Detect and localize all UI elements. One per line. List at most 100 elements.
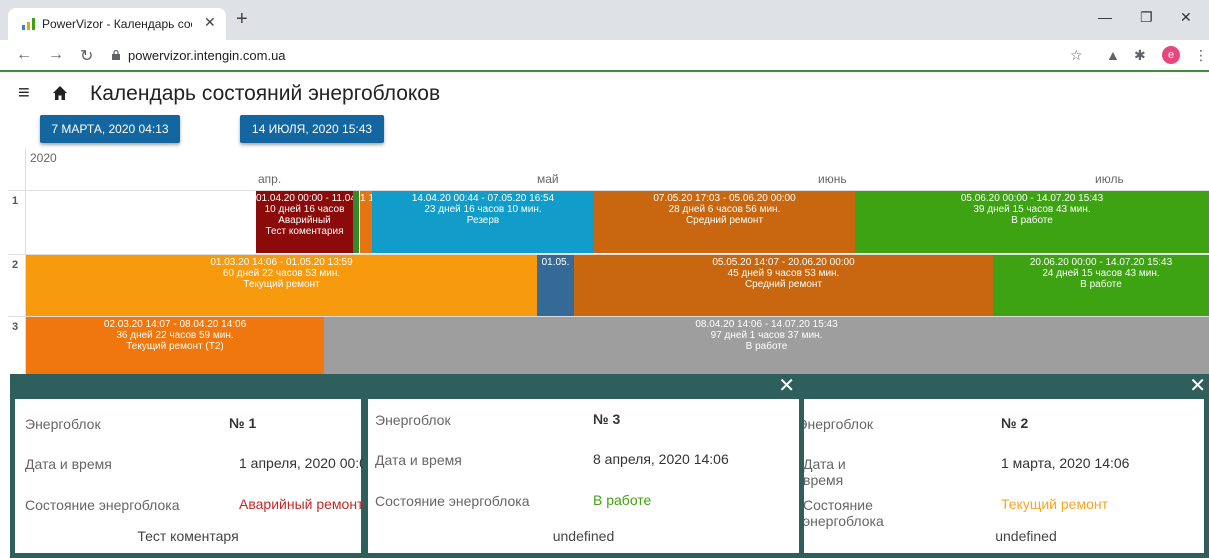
timeline-bar-text: 60 дней 22 часов 53 мин. (222, 268, 341, 279)
bookmark-star-icon[interactable]: ☆ (1070, 47, 1083, 64)
browser-tab[interactable]: PowerVizor - Календарь состоян ✕ (8, 8, 226, 40)
timeline-bar-text: 01.03.20 14:06 - 01.05.20 13:59 (210, 257, 353, 268)
timeline-bar[interactable]: 01.03.20 14:06 - 01.05.20 13:59 60 дней 2… (26, 255, 537, 316)
state-dialog-unit-1: Энергоблок № 1 Дата и время 1 апреля, 20… (10, 374, 366, 558)
restore-icon[interactable]: ❐ (1140, 9, 1153, 26)
state-value: Текущий ремонт (1001, 496, 1109, 512)
timeline-bar-text: Аварийный (278, 215, 331, 226)
timeline-bar-text: 01.05. (541, 257, 570, 268)
dialog-close-icon[interactable]: ✕ (1189, 374, 1206, 399)
timeline-bar[interactable]: 07.05.20 17:03 - 05.06.20 00:00 28 дней 6… (594, 191, 855, 253)
state-value: Аварийный ремонт (239, 496, 364, 512)
datetime-label: Дата и время (375, 452, 462, 468)
drive-icon[interactable]: ▲ (1106, 47, 1120, 63)
datetime-label: Дата и время (803, 456, 846, 488)
address-bar: ← → ↻ powervizor.intengin.com.ua ☆ ▲ ✱ e… (0, 40, 1209, 72)
timeline-bar-text: Текущий ремонт (243, 279, 320, 290)
timeline-bar-text: 97 дней 1 часов 37 мин. (710, 330, 823, 341)
timeline-bar[interactable]: 05.05.20 14:07 - 20.06.20 00:00 45 дней 9… (574, 255, 993, 316)
extensions-icon[interactable]: ✱ (1134, 47, 1146, 64)
comment-text: undefined (995, 528, 1057, 544)
start-date-button[interactable]: 7 МАРТА, 2020 04:13 (40, 115, 180, 143)
timeline-bar-text: 20.06.20 00:00 - 14.07.20 15:43 (1029, 257, 1173, 268)
timeline-bar-text: 02.03.20 14:07 - 08.04.20 14:06 (103, 319, 247, 330)
month-label-july: июль (1095, 172, 1124, 186)
home-icon[interactable] (52, 85, 68, 101)
month-label-june: июнь (818, 172, 847, 186)
timeline-bar-text: 23 дней 16 часов 10 мин. (424, 204, 542, 215)
datetime-value: 8 апреля, 2020 14:06 (593, 451, 729, 467)
timeline-bar-text: Текущий ремонт (Т2) (126, 341, 224, 352)
state-dialog-unit-3: ✕ Энергоблок № 3 Дата и время 8 апреля, … (363, 374, 804, 558)
timeline-bar-text: 08.04.20 14:06 - 14.07.20 15:43 (695, 319, 838, 330)
timeline-bar-text: 07.05.20 17:03 - 05.06.20 00:00 (653, 193, 796, 204)
dialog-header (15, 374, 361, 399)
timeline-bar[interactable] (353, 191, 359, 253)
forward-icon[interactable]: → (48, 46, 64, 64)
timeline-bar-text: 36 дней 22 часов 59 мин. (116, 330, 234, 341)
browser-tab-bar: PowerVizor - Календарь состоян ✕ + — ❐ ✕ (0, 0, 1209, 40)
state-label: Состояние энергоблока (375, 493, 530, 509)
window-close-icon[interactable]: ✕ (1180, 9, 1192, 26)
timeline-bar[interactable]: 01.04.20 00:00 - 11.04.20 16:10 дней 16 … (256, 191, 353, 253)
datetime-label: Дата и время (25, 456, 112, 472)
url-field[interactable]: powervizor.intengin.com.ua (128, 48, 286, 63)
dialog-header: ✕ (803, 374, 1206, 399)
timeline-bar[interactable]: 1 1: (360, 191, 372, 253)
state-dialog-unit-2: ✕ Энергоблок № 2 Дата и время 1 марта, 2… (798, 374, 1209, 558)
month-label-april: апр. (258, 172, 282, 186)
unit-label: Энергоблок (25, 416, 101, 432)
timeline-bar-text: В работе (1011, 215, 1053, 226)
month-label-may: май (537, 172, 559, 186)
browser-menu-icon[interactable]: ⋮ (1194, 47, 1208, 64)
row-label-2: 2 (12, 259, 19, 271)
tab-close-icon[interactable]: ✕ (204, 14, 216, 31)
timeline-bar-text: 24 дней 15 часов 43 мин. (1042, 268, 1160, 279)
state-label: Состояние энергоблока (803, 497, 884, 529)
unit-label: Энергоблок (375, 412, 451, 428)
timeline-bar-text: 45 дней 9 часов 53 мин. (727, 268, 840, 279)
dialog-header: ✕ (368, 374, 799, 399)
timeline-bar[interactable]: 05.06.20 00:00 - 14.07.20 15:43 39 дней 1… (855, 191, 1209, 253)
timeline-bar[interactable]: 02.03.20 14:07 - 08.04.20 14:06 36 дней 2… (26, 317, 324, 375)
timeline-bar-text: 01.04.20 00:00 - 11.04.20 16: (256, 193, 353, 204)
profile-avatar[interactable]: e (1162, 46, 1180, 64)
timeline-bar-text: В работе (1080, 279, 1122, 290)
minimize-icon[interactable]: — (1098, 9, 1112, 25)
timeline-bar-text: 39 дней 15 часов 43 мин. (973, 204, 1091, 215)
unit-label: Энергоблок (803, 416, 873, 432)
state-label: Состояние энергоблока (25, 497, 180, 513)
timeline-bar-text: 28 дней 6 часов 56 мин. (668, 204, 781, 215)
row-label-1: 1 (12, 195, 19, 207)
unit-value: № 2 (1001, 415, 1029, 431)
timeline-bar-text: Тест коментария (265, 226, 344, 237)
timeline-year-label: 2020 (30, 151, 57, 165)
timeline-bar[interactable]: 14.04.20 00:44 - 07.05.20 16:54 23 дней 1… (372, 191, 594, 253)
reload-icon[interactable]: ↻ (80, 46, 93, 66)
hamburger-menu-icon[interactable]: ≡ (18, 82, 30, 105)
back-icon[interactable]: ← (16, 46, 32, 64)
timeline-chart: 2020 апр. май июнь июль 1 2 3 01.04.20 0… (8, 148, 1209, 378)
unit-value: № 3 (593, 411, 621, 427)
timeline-bar[interactable]: 01.05. (537, 255, 574, 316)
timeline-bar[interactable]: 20.06.20 00:00 - 14.07.20 15:43 24 дней 1… (993, 255, 1209, 316)
page-title: Календарь состояний энергоблоков (90, 82, 441, 105)
timeline-bar-text: В работе (745, 341, 788, 352)
powervizor-favicon-icon (22, 18, 35, 30)
unit-value: № 1 (229, 415, 257, 431)
timeline-bar-text: Средний ремонт (744, 279, 823, 290)
timeline-bar-text: 05.06.20 00:00 - 14.07.20 15:43 (960, 193, 1104, 204)
lock-icon (112, 50, 120, 60)
end-date-button[interactable]: 14 ИЮЛЯ, 2020 15:43 (240, 115, 384, 143)
datetime-value: 1 марта, 2020 14:06 (1001, 455, 1130, 471)
timeline-bar-text: Средний ремонт (685, 215, 764, 226)
timeline-bar-text: Резерв (466, 215, 500, 226)
dialog-close-icon[interactable]: ✕ (778, 374, 795, 399)
new-tab-icon[interactable]: + (236, 8, 248, 31)
tab-title: PowerVizor - Календарь состоян (42, 17, 192, 31)
row-label-3: 3 (12, 321, 19, 333)
datetime-value: 1 апреля, 2020 00:00 (239, 455, 366, 471)
timeline-bar[interactable]: 08.04.20 14:06 - 14.07.20 15:43 97 дней 1… (324, 317, 1209, 375)
comment-text: Тест коментаря (137, 528, 239, 544)
timeline-bar-text: 14.04.20 00:44 - 07.05.20 16:54 (411, 193, 555, 204)
